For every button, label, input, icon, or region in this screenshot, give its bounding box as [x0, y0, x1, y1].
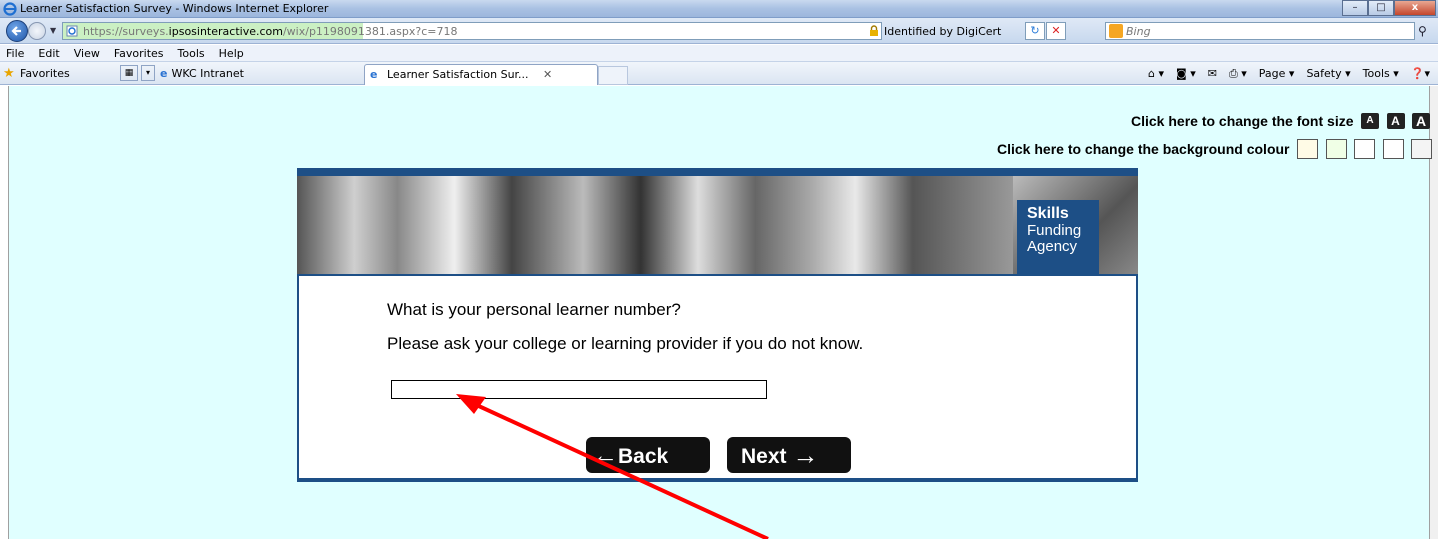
- banner-photo: [297, 176, 1013, 274]
- back-arrow-icon: [11, 26, 21, 36]
- window-titlebar: Learner Satisfaction Survey - Windows In…: [0, 0, 1438, 18]
- safety-menu[interactable]: Safety ▾: [1306, 67, 1350, 81]
- maximize-button[interactable]: □: [1368, 0, 1394, 16]
- learner-number-input[interactable]: [391, 380, 767, 399]
- address-bar[interactable]: https://surveys.ipsosinteractive.com/wix…: [62, 22, 882, 40]
- tab-learner-survey[interactable]: e Learner Satisfaction Sur... ✕: [364, 64, 598, 85]
- ie-page-icon: e: [370, 68, 378, 81]
- stop-button[interactable]: ✕: [1046, 22, 1066, 40]
- favorites-bar: ★ Favorites ▦ ▾ e WKC Intranet e Learner …: [0, 62, 1438, 85]
- menu-bar: File Edit View Favorites Tools Help: [0, 45, 1438, 62]
- menu-help[interactable]: Help: [219, 47, 244, 60]
- page-menu[interactable]: Page ▾: [1259, 67, 1295, 81]
- menu-tools[interactable]: Tools: [178, 47, 205, 60]
- bg-swatch-2[interactable]: [1325, 139, 1347, 159]
- print-icon[interactable]: ⎙ ▾: [1229, 67, 1247, 81]
- quick-tabs-icon[interactable]: ▦: [120, 65, 138, 81]
- next-button[interactable]: Next →: [727, 437, 851, 473]
- back-arrow-icon: ←: [592, 440, 618, 470]
- next-arrow-icon: →: [792, 440, 819, 470]
- skills-funding-agency-logo: Skills Funding Agency: [1017, 200, 1099, 274]
- tab-close-icon[interactable]: ✕: [543, 68, 552, 81]
- search-placeholder: Bing: [1126, 25, 1151, 38]
- favorites-star-icon[interactable]: ★: [3, 66, 15, 81]
- ie-logo-icon: [3, 2, 17, 16]
- window-title: Learner Satisfaction Survey - Windows In…: [20, 2, 329, 15]
- bg-swatch-1[interactable]: [1297, 139, 1318, 159]
- font-size-small-button[interactable]: A: [1361, 113, 1379, 129]
- tools-menu[interactable]: Tools ▾: [1363, 67, 1399, 81]
- favorites-button[interactable]: Favorites: [20, 67, 70, 80]
- command-bar: ⌂ ▾ ◙ ▾ ✉ ⎙ ▾ Page ▾ Safety ▾ Tools ▾ ❓▾: [1148, 67, 1430, 81]
- refresh-button[interactable]: ↻: [1025, 22, 1045, 40]
- new-tab-button[interactable]: [598, 66, 628, 85]
- home-icon[interactable]: ⌂ ▾: [1148, 67, 1164, 81]
- feeds-icon[interactable]: ◙ ▾: [1176, 67, 1196, 81]
- font-size-controls: Click here to change the font size A A A: [1060, 113, 1430, 133]
- menu-file[interactable]: File: [6, 47, 24, 60]
- question-text: What is your personal learner number?: [387, 300, 681, 319]
- menu-edit[interactable]: Edit: [38, 47, 59, 60]
- bg-swatch-4[interactable]: [1382, 139, 1404, 159]
- back-button[interactable]: ←Back: [586, 437, 710, 473]
- certificate-label: Identified by DigiCert: [884, 24, 1002, 38]
- page-icon: [66, 25, 78, 37]
- mail-icon[interactable]: ✉: [1208, 67, 1217, 81]
- bg-swatch-5[interactable]: [1411, 139, 1432, 159]
- security-report[interactable]: Identified by DigiCert: [868, 22, 1001, 40]
- font-size-label[interactable]: Click here to change the font size: [1131, 113, 1354, 129]
- menu-favorites[interactable]: Favorites: [114, 47, 164, 60]
- font-size-large-button[interactable]: A: [1412, 113, 1430, 129]
- help-icon[interactable]: ❓▾: [1411, 67, 1430, 81]
- tab-list-dropdown-icon[interactable]: ▾: [141, 65, 155, 81]
- window-controls: – □ x: [1342, 0, 1436, 16]
- survey-panel: What is your personal learner number? Pl…: [297, 276, 1138, 482]
- font-size-medium-button[interactable]: A: [1386, 113, 1405, 129]
- address-url: https://surveys.ipsosinteractive.com/wix…: [83, 25, 458, 38]
- recent-pages-dropdown-icon[interactable]: ▼: [50, 26, 56, 35]
- background-colour-label[interactable]: Click here to change the background colo…: [997, 141, 1290, 157]
- favorite-link-wkc[interactable]: e WKC Intranet: [160, 67, 244, 80]
- back-nav-button[interactable]: [6, 20, 28, 42]
- minimize-button[interactable]: –: [1342, 0, 1368, 16]
- tab-label: Learner Satisfaction Sur...: [387, 68, 529, 81]
- search-input[interactable]: Bing: [1105, 22, 1415, 40]
- address-toolbar: ▼ https://surveys.ipsosinteractive.com/w…: [0, 18, 1438, 44]
- forward-nav-button[interactable]: [28, 22, 46, 40]
- question-hint: Please ask your college or learning prov…: [387, 334, 864, 353]
- search-icon[interactable]: ⚲: [1418, 24, 1427, 38]
- close-button[interactable]: x: [1394, 0, 1436, 16]
- bing-icon: [1109, 24, 1123, 38]
- bg-swatch-3[interactable]: [1354, 139, 1375, 159]
- ie-page-icon: e: [160, 67, 168, 80]
- lock-icon: [870, 25, 878, 36]
- menu-view[interactable]: View: [74, 47, 100, 60]
- survey-banner: Skills Funding Agency: [297, 168, 1138, 276]
- background-colour-controls: Click here to change the background colo…: [880, 139, 1432, 161]
